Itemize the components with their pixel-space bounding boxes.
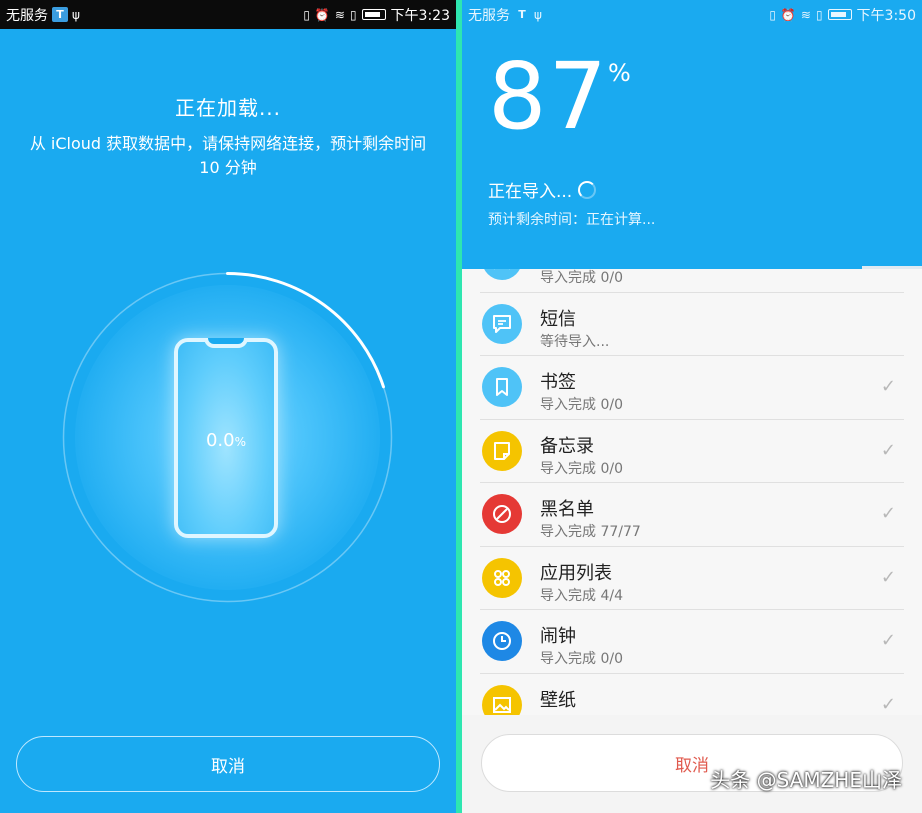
list-item-name: 闹钟 — [540, 626, 576, 647]
loading-percent-sign: % — [234, 435, 247, 449]
watermark-text: 头条 @SAMZHE山泽 — [710, 768, 902, 792]
import-list-inner: 导入完成 0/0 短信 等待导入... 书签 导入完成 0/0 ✓ 备忘录 导入完成 0/0 ✓… — [462, 269, 922, 715]
check-icon: ✓ — [880, 566, 896, 588]
vibrate-icon: ▯ — [769, 7, 776, 22]
phone-illustration-icon: 0.0% — [174, 338, 278, 538]
status-time: 下午3:23 — [390, 7, 450, 24]
list-item-name: 书签 — [540, 372, 576, 393]
vibrate-icon: ▯ — [303, 7, 310, 22]
sim-icon: ▯ — [815, 7, 823, 22]
list-item[interactable]: 导入完成 0/0 — [480, 269, 904, 293]
list-item-name: 备忘录 — [540, 435, 594, 457]
battery-icon — [361, 9, 386, 20]
list-item-status: 导入完成 0/0 — [540, 397, 623, 413]
list-item[interactable]: 壁纸导入完成 0/0 ✓ — [480, 674, 904, 716]
bookmark-icon — [482, 367, 522, 407]
t-badge-icon: T — [518, 8, 526, 21]
contacts-icon — [482, 269, 522, 280]
status-bar: 无服务 T ψ ▯ ⏰ ≋ ▯ 下午3:23 — [0, 0, 456, 29]
list-item[interactable]: 应用列表导入完成 4/4 ✓ — [480, 547, 904, 610]
list-item-status: 导入完成 77/77 — [540, 524, 641, 540]
carrier-label: 无服务 — [468, 7, 510, 24]
list-item-status: 等待导入... — [540, 333, 610, 350]
sim-icon: ▯ — [349, 7, 357, 22]
import-list[interactable]: 导入完成 0/0 短信 等待导入... 书签 导入完成 0/0 ✓ 备忘录 导入完成 0/0 ✓… — [462, 269, 922, 715]
wifi-icon: ≋ — [334, 7, 345, 22]
loading-percent: 0.0% — [178, 430, 274, 451]
check-icon: ✓ — [880, 503, 896, 524]
cancel-button[interactable]: 取消 — [16, 736, 440, 792]
import-percent-sign: % — [608, 59, 631, 87]
list-item-status: 导入完成 0/0 — [540, 651, 623, 667]
list-item-name: 应用列表 — [540, 562, 612, 584]
importing-label: 正在导入... — [488, 182, 573, 202]
loading-percent-value: 0.0 — [205, 430, 235, 451]
clock-icon — [482, 621, 522, 661]
list-item-name: 黑名单 — [540, 499, 594, 520]
list-item-status: 导入完成 0/0 — [540, 712, 623, 716]
phone-notch — [204, 338, 248, 348]
apps-icon — [482, 557, 522, 598]
check-icon: ✓ — [880, 630, 896, 651]
list-item-status: 导入完成 0/0 — [540, 270, 623, 286]
list-item[interactable]: 闹钟导入完成 0/0 ✓ — [480, 610, 904, 674]
check-icon: ✓ — [880, 439, 896, 461]
right-screen: 无服务 T ψ ▯ ⏰ ≋ ▯ 下午3:50 87 % 正在导入... 预计剩余… — [462, 0, 922, 813]
usb-icon: ψ — [72, 7, 80, 22]
check-icon: ✓ — [880, 693, 896, 715]
import-header: 87 % 正在导入... 预计剩余时间：正在计算... — [462, 29, 922, 267]
progress-ring: 0.0% — [55, 265, 400, 610]
alarm-icon: ⏰ — [314, 7, 330, 22]
list-item[interactable]: 短信等待导入... — [480, 293, 904, 356]
left-screen: 无服务 T ψ ▯ ⏰ ≋ ▯ 下午3:23 正在加载... 从 iCloud … — [0, 0, 456, 813]
list-item[interactable]: 黑名单导入完成 77/77 ✓ — [480, 483, 904, 547]
check-icon: ✓ — [880, 376, 896, 397]
status-time: 下午3:50 — [856, 7, 916, 24]
list-item-name: 短信 — [540, 308, 576, 330]
list-item[interactable]: 书签导入完成 0/0 ✓ — [480, 356, 904, 420]
importing-status: 正在导入... — [488, 177, 597, 202]
block-icon — [482, 494, 522, 534]
battery-icon — [827, 9, 852, 20]
t-badge-icon: T — [52, 7, 68, 22]
list-item-name: 壁纸 — [540, 689, 576, 711]
eta-label: 预计剩余时间：正在计算... — [488, 212, 656, 228]
list-item[interactable]: 备忘录导入完成 0/0 ✓ — [480, 420, 904, 483]
import-percent-value: 87 — [488, 43, 610, 150]
spinner-icon — [578, 180, 597, 199]
alarm-icon: ⏰ — [780, 7, 796, 22]
wifi-icon: ≋ — [800, 7, 811, 22]
usb-icon: ψ — [534, 7, 542, 22]
loading-subtitle: 从 iCloud 获取数据中，请保持网络连接，预计剩余时间 10 分钟 — [29, 134, 427, 177]
carrier-label: 无服务 — [6, 7, 48, 24]
list-item-status: 导入完成 4/4 — [540, 587, 623, 604]
wallpaper-icon — [482, 684, 522, 715]
list-item-status: 导入完成 0/0 — [540, 460, 623, 477]
memo-icon — [482, 430, 522, 471]
message-icon — [482, 303, 522, 344]
status-bar: 无服务 T ψ ▯ ⏰ ≋ ▯ 下午3:50 — [462, 0, 922, 29]
loading-title: 正在加载... — [174, 96, 282, 120]
